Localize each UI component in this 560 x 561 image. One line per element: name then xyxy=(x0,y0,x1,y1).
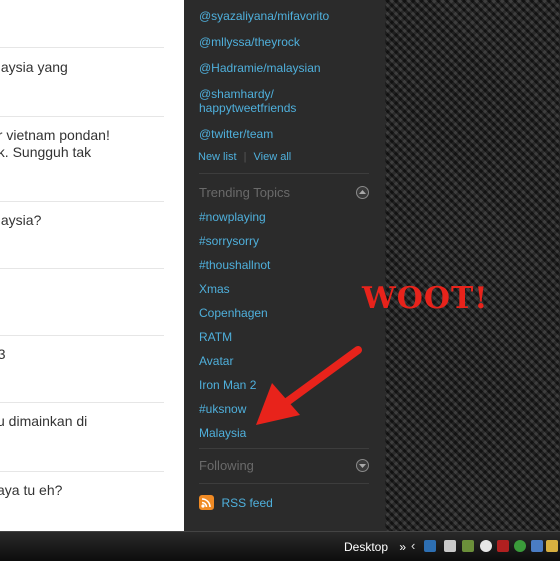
list-link-line: happytweetfriends xyxy=(199,101,297,115)
tweet-divider xyxy=(0,402,164,403)
section-divider xyxy=(199,173,369,174)
tweet-divider xyxy=(0,335,164,336)
sync-icon[interactable] xyxy=(531,540,543,552)
section-divider xyxy=(199,448,369,449)
list-link[interactable]: @mllyssa/theyrock xyxy=(199,35,300,49)
tweet-text: er vietnam pondan! ek. Sungguh tak xyxy=(0,127,110,160)
trend-link[interactable]: Iron Man 2 xyxy=(199,378,256,392)
woot-annotation: WOOT! xyxy=(362,281,489,316)
rss-feed[interactable]: RSS feed xyxy=(199,494,273,512)
tweet-text: kaya tu eh? xyxy=(0,482,63,498)
volume-icon[interactable] xyxy=(546,540,558,552)
taskbar: Desktop » ‹ xyxy=(0,531,560,561)
chrome-icon[interactable] xyxy=(514,540,526,552)
trend-link[interactable]: #sorrysorry xyxy=(199,234,259,248)
desktop-toolbar-label[interactable]: Desktop » xyxy=(344,540,406,554)
new-list-link[interactable]: New list xyxy=(198,151,237,163)
trend-link[interactable]: RATM xyxy=(199,330,232,344)
tweet-text: ku dimainkan di xyxy=(0,413,88,429)
network-icon[interactable] xyxy=(424,540,436,552)
tweet-text: 73 xyxy=(0,346,6,362)
list-link[interactable]: @Hadramie/malaysian xyxy=(199,61,321,75)
rss-feed-label: RSS feed xyxy=(221,496,273,510)
signal-icon[interactable] xyxy=(462,540,474,552)
following-title[interactable]: Following xyxy=(199,458,254,473)
view-all-link[interactable]: View all xyxy=(254,151,292,163)
collapse-up-icon[interactable] xyxy=(356,186,369,199)
section-divider xyxy=(199,483,369,484)
tweet-divider xyxy=(0,47,164,48)
separator: | xyxy=(243,151,247,163)
sidebar: @syazaliyana/mifavorito @mllyssa/theyroc… xyxy=(184,0,385,531)
trend-link[interactable]: #thoushallnot xyxy=(199,258,270,272)
tweet-divider xyxy=(0,116,164,117)
tweet-text: alaysia yang xyxy=(0,59,68,75)
tweet-text: alaysia? xyxy=(0,212,42,228)
red-arrow-annotation xyxy=(256,346,362,425)
expand-chevron-icon[interactable]: » xyxy=(399,540,406,554)
rss-icon xyxy=(199,495,214,511)
trending-topics-title[interactable]: Trending Topics xyxy=(199,185,290,200)
list-link-line: @shamhardy/ xyxy=(199,87,274,101)
list-link[interactable]: @shamhardy/ happytweetfriends xyxy=(199,87,296,115)
trend-link[interactable]: #nowplaying xyxy=(199,210,266,224)
trend-link[interactable]: #uksnow xyxy=(199,402,246,416)
page-background xyxy=(385,0,560,531)
tweet-divider xyxy=(0,201,164,202)
trend-link[interactable]: Avatar xyxy=(199,354,233,368)
expand-down-icon[interactable] xyxy=(356,459,369,472)
trend-link[interactable]: Malaysia xyxy=(199,426,246,440)
security-warning-icon[interactable] xyxy=(444,540,456,552)
tweet-divider xyxy=(0,268,164,269)
tray-collapse-icon[interactable]: ‹ xyxy=(411,538,415,553)
app-tray-icon[interactable] xyxy=(497,540,509,552)
trend-link[interactable]: Copenhagen xyxy=(199,306,268,320)
tweet-divider xyxy=(0,471,164,472)
list-actions: New list | View all xyxy=(198,151,291,163)
list-link[interactable]: @syazaliyana/mifavorito xyxy=(199,9,329,23)
trend-link[interactable]: Xmas xyxy=(199,282,230,296)
timeline: alaysia yang er vietnam pondan! ek. Sung… xyxy=(0,0,184,531)
messenger-icon[interactable] xyxy=(480,540,492,552)
list-link[interactable]: @twitter/team xyxy=(199,127,273,141)
